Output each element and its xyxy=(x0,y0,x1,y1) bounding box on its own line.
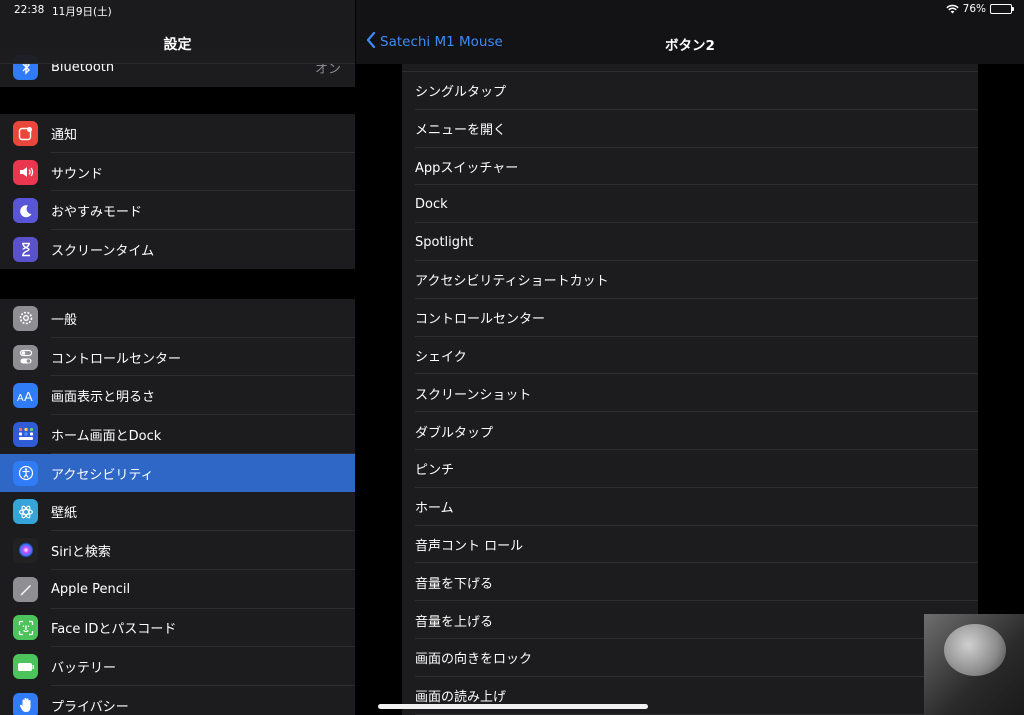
wifi-icon xyxy=(946,4,959,14)
sidebar-item-label: プライバシー xyxy=(51,699,129,715)
action-option-list: シングルタップ メニューを開く Appスイッチャー Dock Spotlight アクセシ… xyxy=(402,64,978,715)
home-grid-icon xyxy=(13,421,38,447)
status-time: 22:38 xyxy=(14,4,45,16)
sidebar-group-notifications: 通知サウンドおやすみモード スクリーンタイム xyxy=(0,114,355,269)
accessibility-icon xyxy=(13,460,38,486)
toggles-icon xyxy=(13,344,38,370)
pencil-icon xyxy=(13,576,38,602)
sidebar-item-label: 壁紙 xyxy=(51,506,78,522)
sidebar-item-label: サウンド xyxy=(51,166,104,182)
sidebar-item-home-grid[interactable]: ホーム画面とDock xyxy=(0,415,355,454)
sidebar-item-label: ホーム画面とDock xyxy=(51,428,162,444)
text-size-icon: AA xyxy=(13,383,38,409)
action-option[interactable]: シングルタップ xyxy=(402,72,978,110)
cat-photo xyxy=(944,624,1006,676)
action-option[interactable]: スクリーンショット xyxy=(402,374,978,412)
status-date: 11月9日(土) xyxy=(52,6,112,18)
sidebar-item-siri[interactable]: Siriと検索 xyxy=(0,531,355,570)
face-id-icon xyxy=(13,615,38,641)
action-option[interactable]: アクセシビリティショートカット xyxy=(402,261,978,299)
svg-text:A: A xyxy=(24,390,33,402)
list-top-edge xyxy=(402,64,978,72)
sidebar-item-pencil[interactable]: Apple Pencil xyxy=(0,570,355,609)
action-option[interactable]: ピンチ xyxy=(402,450,978,488)
siri-icon xyxy=(13,537,38,563)
page-title: ボタン2 xyxy=(665,38,715,54)
sidebar-item-hand[interactable]: プライバシー xyxy=(0,686,355,715)
moon-icon xyxy=(13,198,38,224)
sound-icon xyxy=(13,159,38,185)
hourglass-icon xyxy=(13,236,38,262)
battery-status-icon xyxy=(990,4,1014,14)
sidebar-item-notifications[interactable]: 通知 xyxy=(0,114,355,153)
sidebar-item-hourglass[interactable]: スクリーンタイム xyxy=(0,230,355,269)
action-option[interactable]: Dock xyxy=(402,185,978,223)
sidebar-item-battery[interactable]: バッテリー xyxy=(0,647,355,686)
sidebar-title: 設定 xyxy=(163,37,192,53)
sidebar-item-accessibility[interactable]: アクセシビリティ xyxy=(0,453,355,493)
sidebar-item-toggles[interactable]: コントロールセンター xyxy=(0,338,355,377)
sidebar-item-label: コントロールセンター xyxy=(51,351,182,367)
battery-icon xyxy=(13,654,38,680)
sidebar-item-label: Siriと検索 xyxy=(51,544,111,560)
sidebar-item-label: スクリーンタイム xyxy=(51,243,155,259)
action-option[interactable]: ホーム xyxy=(402,488,978,526)
sidebar-item-text-size[interactable]: A A 画面表示と明るさ xyxy=(0,376,355,415)
action-option[interactable]: 画面の向きをロック xyxy=(402,639,978,677)
sidebar-item-gear[interactable]: 一般 xyxy=(0,299,355,338)
sidebar-item-face-id[interactable]: Face IDとパスコード xyxy=(0,609,355,648)
sidebar-group-general: 一般コントロールセンター A A 画面表示と明るさ ホーム画面とDock アクセシビリティ… xyxy=(0,299,355,715)
sidebar-item-label: 画面表示と明るさ xyxy=(51,390,156,406)
action-option[interactable]: メニューを開く xyxy=(402,110,978,148)
action-option[interactable]: Appスイッチャー xyxy=(402,148,978,186)
sidebar-item-wallpaper[interactable]: 壁紙 xyxy=(0,492,355,531)
action-option[interactable]: Spotlight xyxy=(402,223,978,261)
action-option[interactable]: ダブルタップ xyxy=(402,412,978,450)
home-indicator[interactable] xyxy=(378,704,648,709)
detail-panel: Satechi M1 Mouse ボタン2 シングルタップ メニューを開く Appス… xyxy=(356,0,1024,715)
sidebar-item-label: 通知 xyxy=(51,127,78,143)
action-option[interactable]: シェイク xyxy=(402,337,978,375)
settings-sidebar: 設定 Bluetooth オン 通知 サウンド おやすみモード スクリーンタイム 一般… xyxy=(0,0,355,715)
hand-icon xyxy=(13,692,38,715)
gear-icon xyxy=(13,305,38,331)
notifications-icon xyxy=(13,120,38,146)
action-option[interactable]: コントロールセンター xyxy=(402,299,978,337)
action-option[interactable]: 音声コント ロール xyxy=(402,526,978,564)
wallpaper-icon xyxy=(13,499,38,525)
sidebar-item-label: バッテリー xyxy=(51,661,117,677)
sidebar-item-moon[interactable]: おやすみモード xyxy=(0,191,355,230)
sidebar-item-label: アクセシビリティ xyxy=(51,467,154,483)
action-option[interactable]: 音量を上げる xyxy=(402,601,978,639)
sidebar-item-label: Apple Pencil xyxy=(51,581,131,597)
action-option[interactable]: 音量を下げる xyxy=(402,563,978,601)
sidebar-item-label: 一般 xyxy=(51,312,78,328)
battery-percent: 76% xyxy=(962,3,986,15)
svg-text:A: A xyxy=(17,393,24,402)
sidebar-item-label: おやすみモード xyxy=(51,205,143,221)
status-bar: 22:38 11月9日(土) 76% xyxy=(0,0,1024,20)
status-right: 76% xyxy=(946,3,1014,15)
watermark-image xyxy=(924,614,1024,715)
sidebar-item-sound[interactable]: サウンド xyxy=(0,153,355,192)
sidebar-item-label: Face IDとパスコード xyxy=(51,622,177,638)
